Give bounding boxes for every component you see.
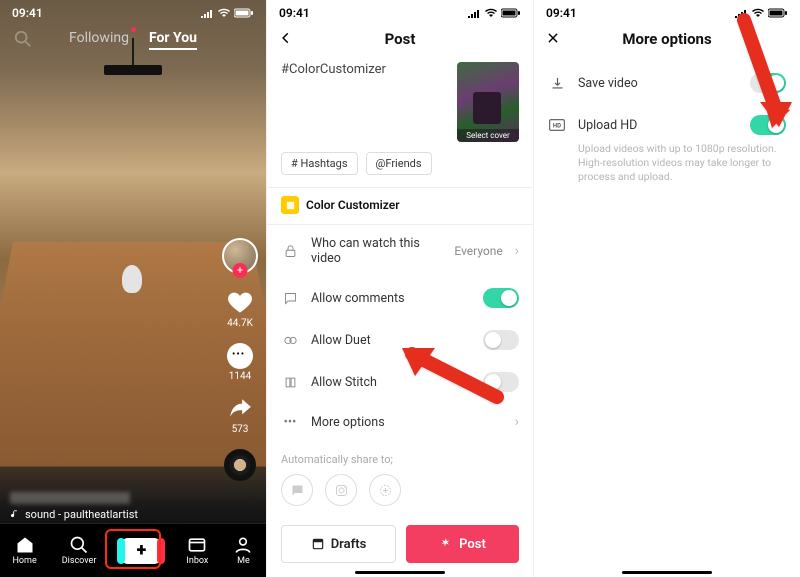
bottom-nav: Home Discover + Inbox Me (0, 523, 266, 577)
status-bar: 09:41 (0, 0, 266, 22)
download-icon (548, 76, 566, 91)
home-indicator (355, 571, 445, 574)
status-time: 09:41 (279, 6, 310, 20)
post-screen: 09:41 Post #ColorCustomizer Select cover… (267, 0, 534, 577)
plus-icon: + (137, 540, 147, 561)
home-indicator (622, 571, 712, 574)
privacy-row[interactable]: Who can watch this video Everyone › (267, 225, 533, 277)
like-button[interactable]: 44.7K (226, 288, 254, 329)
vase-graphic (122, 265, 142, 293)
share-button[interactable]: 573 (227, 396, 253, 435)
header: Post (267, 22, 533, 62)
friends-pill[interactable]: @Friends (366, 152, 432, 175)
share-label: Automatically share to; (281, 453, 519, 466)
status-icons (467, 8, 521, 18)
save-label: Save video (578, 76, 738, 91)
nav-home[interactable]: Home (13, 535, 37, 566)
chevron-right-icon: › (515, 414, 519, 430)
topic-label: Color Customizer (306, 198, 400, 212)
tab-following[interactable]: Following (69, 30, 129, 50)
music-title: sound - paultheatlartist (25, 508, 138, 521)
comments-toggle[interactable] (483, 288, 519, 308)
caption-input[interactable]: #ColorCustomizer (281, 62, 447, 142)
nav-create[interactable]: + (121, 538, 161, 564)
share-other-icon[interactable] (369, 474, 401, 506)
header: More options (534, 22, 800, 62)
comment-icon (281, 291, 299, 306)
status-time: 09:41 (12, 6, 43, 20)
topic-icon (281, 196, 299, 214)
status-icons (200, 8, 254, 18)
comment-count: 1144 (229, 371, 251, 382)
hashtags-pill[interactable]: # Hashtags (281, 152, 358, 175)
more-options-row[interactable]: ••• More options › (267, 403, 533, 441)
feed-tabs: Following For You (0, 30, 266, 50)
upload-hd-toggle[interactable] (750, 115, 786, 135)
page-title: More options (622, 30, 711, 48)
drafts-button[interactable]: Drafts (281, 525, 396, 563)
stitch-label: Allow Stitch (311, 375, 471, 390)
stitch-toggle[interactable] (483, 372, 519, 392)
more-icon: ••• (281, 415, 299, 430)
nav-inbox[interactable]: Inbox (186, 535, 208, 566)
duet-icon (281, 333, 299, 348)
more-label: More options (311, 415, 503, 430)
more-options-screen: 09:41 More options Save video HD Upload … (534, 0, 800, 577)
duet-row: Allow Duet (267, 319, 533, 361)
privacy-label: Who can watch this video (311, 236, 442, 266)
share-count: 573 (232, 424, 249, 435)
upload-hd-row: HD Upload HD (534, 104, 800, 146)
save-toggle[interactable] (750, 73, 786, 93)
topic-tag-row[interactable]: Color Customizer (267, 187, 533, 225)
cover-select[interactable]: Select cover (457, 62, 519, 142)
feed-screen: 09:41 Following For You + 44.7K 1144 (0, 0, 267, 577)
lock-icon (281, 244, 299, 259)
like-count: 44.7K (227, 318, 253, 329)
comment-icon (227, 343, 253, 369)
upload-hd-description: Upload videos with up to 1080p resolutio… (534, 142, 800, 185)
comment-button[interactable]: 1144 (227, 343, 253, 382)
auto-share-section: Automatically share to; (267, 441, 533, 512)
duet-toggle[interactable] (483, 330, 519, 350)
page-title: Post (385, 30, 416, 48)
username-blurred (10, 492, 130, 504)
svg-text:HD: HD (553, 123, 561, 130)
status-bar: 09:41 (534, 0, 800, 22)
tab-for-you[interactable]: For You (149, 30, 197, 50)
nav-discover[interactable]: Discover (62, 535, 97, 566)
privacy-value: Everyone (454, 244, 502, 258)
author-avatar[interactable]: + (222, 238, 258, 274)
save-video-row: Save video (534, 62, 800, 104)
status-icons (734, 8, 788, 18)
back-button[interactable] (279, 30, 293, 49)
status-time: 09:41 (546, 6, 577, 20)
close-button[interactable] (546, 30, 560, 49)
duet-label: Allow Duet (311, 333, 471, 348)
nav-me[interactable]: Me (233, 535, 253, 566)
share-instagram-icon[interactable] (325, 474, 357, 506)
stitch-row: Allow Stitch (267, 361, 533, 403)
post-button[interactable]: Post (406, 525, 519, 563)
right-rail: + 44.7K 1144 573 (222, 238, 258, 481)
chevron-right-icon: › (515, 243, 519, 259)
upload-hd-label: Upload HD (578, 118, 738, 133)
cover-label: Select cover (457, 129, 519, 142)
cover-graphic (473, 92, 501, 124)
comments-label: Allow comments (311, 291, 471, 306)
hd-icon: HD (548, 119, 566, 131)
status-bar: 09:41 (267, 0, 533, 22)
stitch-icon (281, 375, 299, 390)
share-message-icon[interactable] (281, 474, 313, 506)
follow-plus-icon[interactable]: + (233, 263, 248, 278)
comments-row: Allow comments (267, 277, 533, 319)
create-button[interactable]: + (121, 538, 161, 564)
sound-disc[interactable] (224, 449, 256, 481)
bottom-actions: Drafts Post (267, 525, 533, 563)
caption-area: sound - paultheatlartist (10, 492, 138, 521)
music-row[interactable]: sound - paultheatlartist (10, 508, 138, 521)
